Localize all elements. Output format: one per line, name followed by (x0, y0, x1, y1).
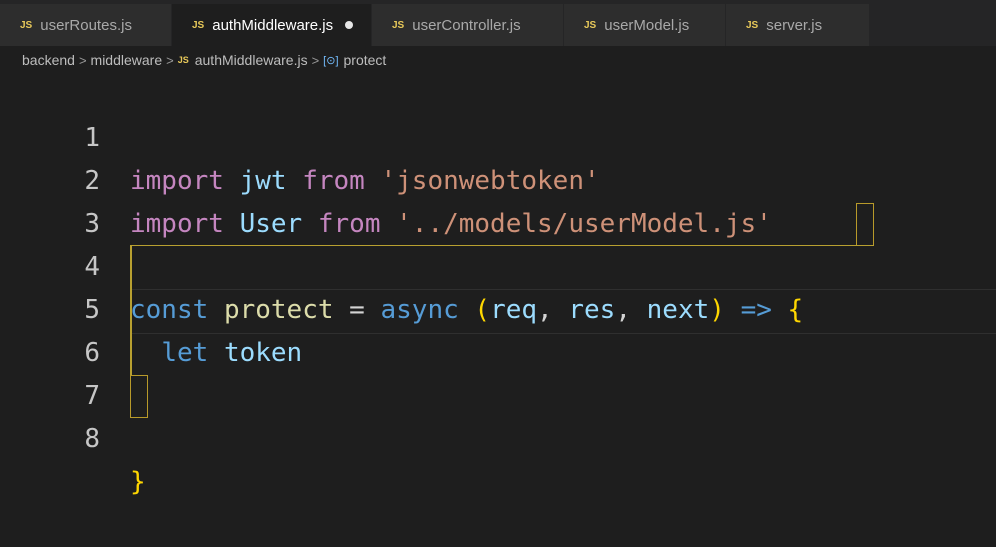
js-file-icon: JS (20, 19, 33, 31)
line-number: 8 (84, 424, 100, 454)
code-content: } (130, 461, 146, 504)
tab-label: userModel.js (604, 16, 690, 34)
editor-tab-bar: JS userRoutes.js JS authMiddleware.js JS… (0, 0, 996, 46)
js-file-icon: JS (177, 55, 189, 65)
tab-user-controller[interactable]: JS userController.js (372, 4, 564, 46)
js-file-icon: JS (392, 19, 405, 31)
code-line-1[interactable]: 1 import jwt from 'jsonwebtoken' (0, 74, 996, 196)
code-line-6[interactable]: 6 (0, 289, 996, 368)
code-line-5[interactable]: 5 let token (0, 246, 996, 368)
tab-user-routes[interactable]: JS userRoutes.js (0, 4, 172, 46)
breadcrumb-item-file[interactable]: authMiddleware.js (195, 52, 308, 68)
code-editor[interactable]: 1 import jwt from 'jsonwebtoken' 2 impor… (0, 74, 996, 497)
variable-symbol-icon: [⊙] (323, 54, 339, 67)
chevron-right-icon: > (311, 52, 320, 68)
code-line-4[interactable]: 4 const protect = async (req, res, next)… (0, 203, 996, 325)
tab-label: userController.js (412, 16, 521, 34)
tab-auth-middleware[interactable]: JS authMiddleware.js (172, 4, 372, 46)
tab-user-model[interactable]: JS userModel.js (564, 4, 726, 46)
breadcrumb-item-symbol[interactable]: protect (344, 52, 387, 68)
tab-label: server.js (766, 16, 823, 34)
breadcrumb-item-backend[interactable]: backend (22, 52, 75, 68)
close-brace: } (130, 467, 146, 497)
code-line-8[interactable]: 8 } (0, 375, 996, 497)
breadcrumb: backend > middleware > JS authMiddleware… (0, 46, 996, 74)
tab-server[interactable]: JS server.js (726, 4, 870, 46)
code-line-7[interactable]: 7 (0, 332, 996, 411)
js-file-icon: JS (746, 19, 759, 31)
js-file-icon: JS (584, 19, 597, 31)
breadcrumb-item-middleware[interactable]: middleware (91, 52, 163, 68)
code-line-3[interactable]: 3 (0, 160, 996, 239)
unsaved-dot-icon[interactable] (345, 21, 354, 29)
chevron-right-icon: > (166, 52, 174, 68)
tab-label: authMiddleware.js (212, 16, 334, 34)
code-line-2[interactable]: 2 import User from '../models/userModel.… (0, 117, 996, 239)
tab-label: userRoutes.js (40, 16, 132, 34)
js-file-icon: JS (192, 19, 205, 31)
chevron-right-icon: > (78, 52, 87, 68)
